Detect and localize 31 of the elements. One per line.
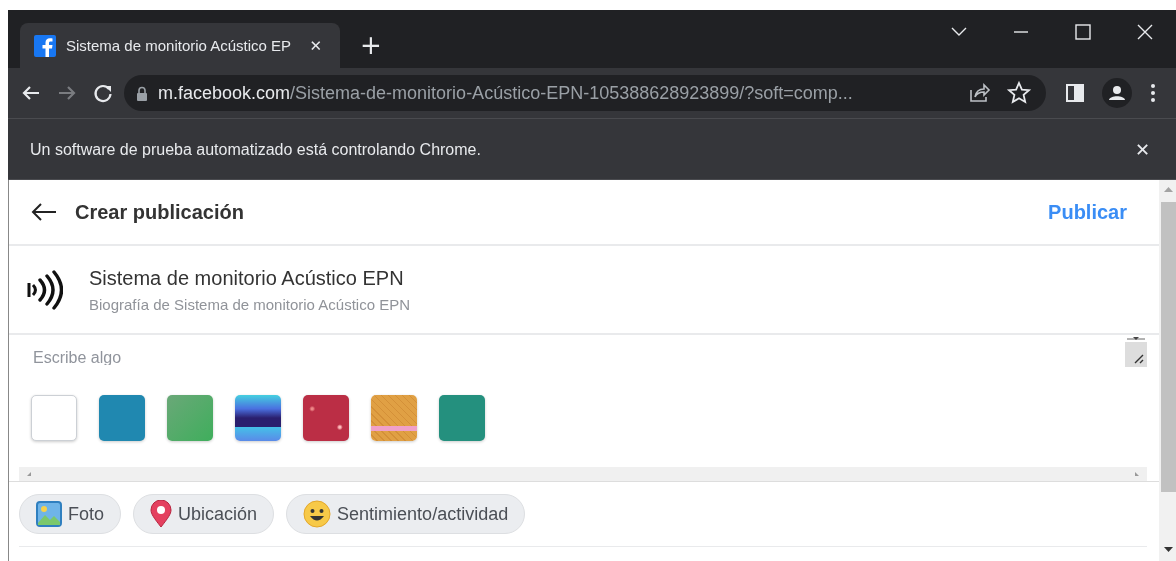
background-swatch[interactable] [99,395,145,441]
background-swatch[interactable] [167,395,213,441]
tab-close-button[interactable]: ✕ [305,36,326,55]
tab-title: Sistema de monitorio Acústico EP [66,37,293,54]
location-chip[interactable]: Ubicación [133,494,275,534]
lock-icon [136,85,148,101]
facebook-logo-icon [34,34,56,57]
background-swatch[interactable] [303,395,349,441]
close-notice-button[interactable]: ✕ [1130,139,1154,160]
resize-handle-icon[interactable] [1125,335,1147,367]
timeline-subtitle: Biografía de Sistema de monitorio Acústico EPN [89,295,410,313]
address-bar[interactable]: m.facebook.com/Sistema-de-monitorio-Acústico-EPN-105388628923899/?soft=comp... [124,75,1046,111]
background-swatch[interactable] [31,395,77,441]
background-swatch[interactable] [235,395,281,441]
location-pin-icon [150,500,173,528]
photo-chip[interactable]: Foto [19,494,122,534]
url-text: m.facebook.com/Sistema-de-monitorio-Acústico-EPN-105388628923899/?soft=comp... [158,82,854,104]
background-swatch[interactable] [371,395,417,441]
profile-avatar-icon[interactable] [1102,78,1132,108]
background-swatch[interactable] [439,395,485,441]
vertical-scrollbar[interactable] [1159,180,1176,561]
automation-notice: Un software de prueba automatizado está controlando Chrome. [30,140,481,159]
photo-icon [36,501,62,527]
horizontal-scrollbar[interactable] [19,467,1147,481]
new-tab-button[interactable]: + [356,30,386,60]
browser-tab[interactable]: Sistema de monitorio Acústico EP ✕ [20,23,340,68]
feeling-chip[interactable]: Sentimiento/actividad [286,494,526,534]
back-arrow-icon[interactable] [31,202,57,222]
page-name: Sistema de monitorio Acústico EPN [89,266,405,290]
page-title: Crear publicación [75,200,245,224]
smiley-icon [303,500,332,528]
